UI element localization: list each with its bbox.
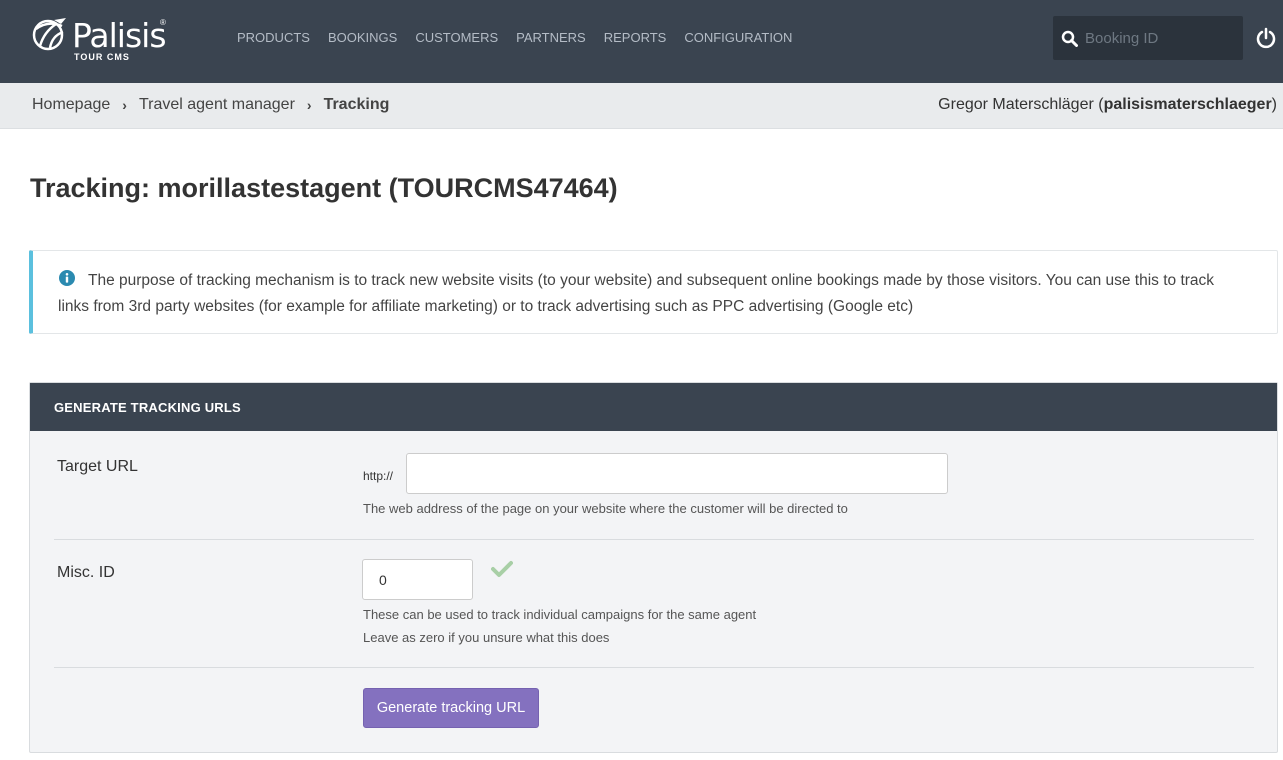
breadcrumb-separator: › xyxy=(122,97,127,113)
breadcrumb-separator: › xyxy=(306,97,312,113)
nav-reports[interactable]: REPORTS xyxy=(595,30,676,45)
nav-customers[interactable]: CUSTOMERS xyxy=(406,30,507,45)
row-divider xyxy=(54,539,1254,540)
misc-id-input[interactable] xyxy=(362,559,473,600)
main-nav: PRODUCTS BOOKINGS CUSTOMERS PARTNERS REP… xyxy=(228,30,801,45)
breadcrumb-bar: Homepage › Travel agent manager › Tracki… xyxy=(0,83,1283,129)
user-paren-open: ( xyxy=(1093,96,1104,113)
booking-id-input[interactable] xyxy=(1085,26,1235,50)
breadcrumb-homepage[interactable]: Homepage xyxy=(32,96,110,114)
user-paren-close: ) xyxy=(1271,96,1277,113)
generate-tracking-url-button[interactable]: Generate tracking URL xyxy=(363,688,539,728)
palisis-globe-icon xyxy=(32,18,66,51)
misc-id-help-2: Leave as zero if you unsure what this do… xyxy=(363,630,610,645)
logo-subtitle: TOUR CMS xyxy=(74,52,130,62)
top-navbar: Palisis ® TOUR CMS PRODUCTS BOOKINGS CUS… xyxy=(0,0,1283,83)
user-fullname: Gregor Materschläger xyxy=(938,96,1094,113)
logo-registered-mark: ® xyxy=(160,18,166,27)
nav-products[interactable]: PRODUCTS xyxy=(228,30,319,45)
row-divider xyxy=(54,667,1254,668)
target-url-label: Target URL xyxy=(57,458,138,475)
power-icon[interactable] xyxy=(1256,27,1276,49)
info-text: The purpose of tracking mechanism is to … xyxy=(58,272,1215,315)
info-alert: The purpose of tracking mechanism is to … xyxy=(29,250,1278,334)
nav-bookings[interactable]: BOOKINGS xyxy=(319,30,406,45)
breadcrumb-travel-agent-manager[interactable]: Travel agent manager xyxy=(139,96,295,114)
panel-header: GENERATE TRACKING URLS xyxy=(30,383,1277,431)
breadcrumb: Homepage › Travel agent manager › Tracki… xyxy=(32,96,389,114)
page-title: Tracking: morillastestagent (TOURCMS4746… xyxy=(30,173,618,203)
url-prefix: http:// xyxy=(363,469,394,483)
misc-id-help-1: These can be used to track individual ca… xyxy=(363,607,757,622)
booking-search xyxy=(1053,16,1243,60)
search-icon[interactable] xyxy=(1061,30,1078,47)
current-user[interactable]: Gregor Materschläger (palisismaterschlae… xyxy=(938,96,1277,114)
target-url-input[interactable] xyxy=(406,453,948,494)
user-username: palisismaterschlaeger xyxy=(1103,96,1272,113)
target-url-help: The web address of the page on your webs… xyxy=(363,501,848,516)
logo-wordmark: Palisis xyxy=(72,16,167,55)
misc-id-label: Misc. ID xyxy=(57,564,115,581)
nav-configuration[interactable]: CONFIGURATION xyxy=(675,30,801,45)
checkmark-icon xyxy=(491,561,513,577)
palisis-logo[interactable]: Palisis ® TOUR CMS xyxy=(30,14,180,64)
breadcrumb-current: Tracking xyxy=(323,96,390,113)
panel-title: GENERATE TRACKING URLS xyxy=(54,400,241,415)
nav-partners[interactable]: PARTNERS xyxy=(507,30,595,45)
tracking-url-panel: GENERATE TRACKING URLS Target URL http:/… xyxy=(29,382,1278,753)
